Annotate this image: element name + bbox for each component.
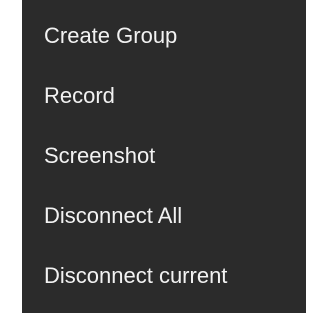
context-menu: Create Group Record Screenshot Disconnec… xyxy=(22,0,306,313)
menu-item-record[interactable]: Record xyxy=(22,66,306,126)
menu-item-disconnect-current[interactable]: Disconnect current xyxy=(22,246,306,306)
menu-item-create-group[interactable]: Create Group xyxy=(22,6,306,66)
menu-item-screenshot[interactable]: Screenshot xyxy=(22,126,306,186)
menu-item-disconnect-all[interactable]: Disconnect All xyxy=(22,186,306,246)
